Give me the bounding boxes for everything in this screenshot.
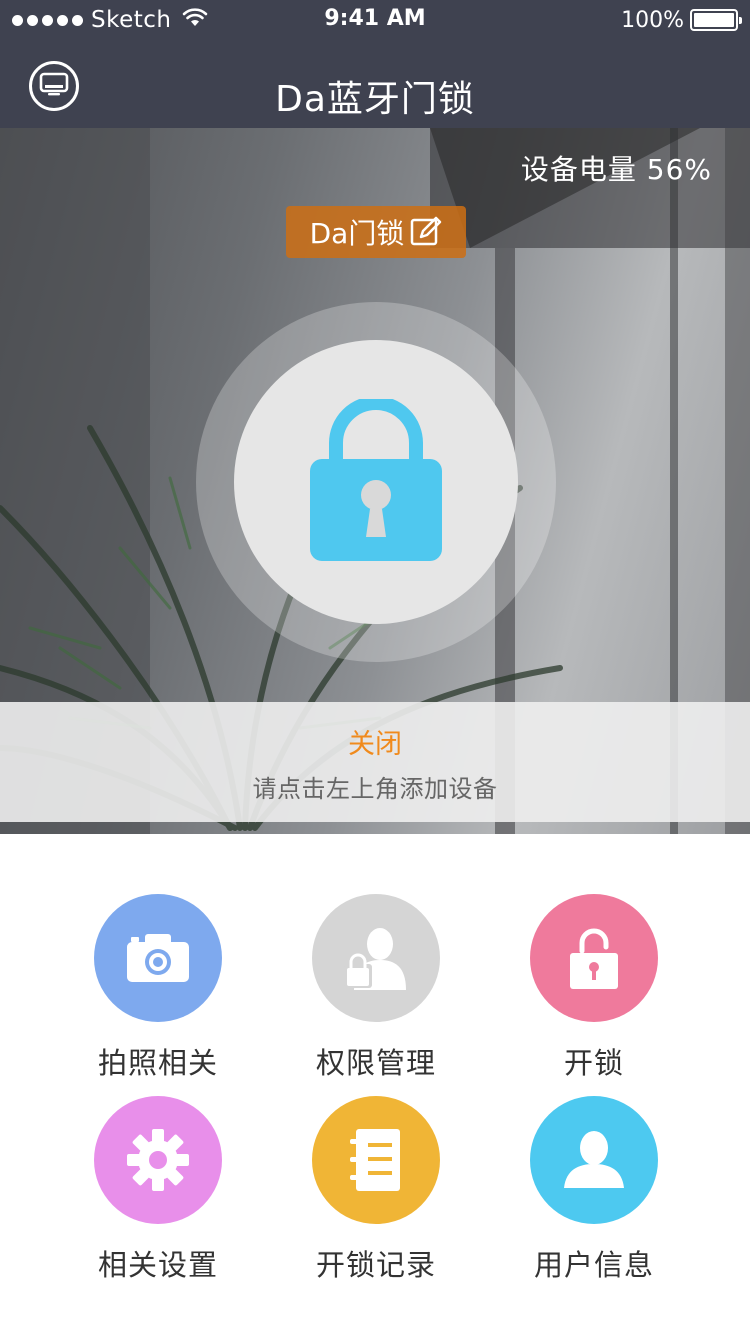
lock-toggle-button[interactable] [234,340,518,624]
fn-settings-label: 相关设置 [97,1248,218,1282]
device-name: Da门锁 [309,217,405,250]
device-battery-label: 设备电量 56% [520,153,712,186]
add-device-hint: 请点击左上角添加设备 [252,775,498,803]
fn-permission[interactable]: 权限管理 [266,894,486,1084]
status-bar: Sketch 9:41 AM 100% [0,0,750,40]
header: Sketch 9:41 AM 100% Da蓝牙门锁 [0,0,750,128]
fn-unlock-records-label: 开锁记录 [315,1248,436,1282]
fn-unlock-label: 开锁 [563,1046,624,1080]
lock-status: 关闭 [348,729,402,760]
battery-percent: 100% [621,7,684,33]
user-lock-icon [312,894,440,1022]
gear-icon [94,1096,222,1224]
page-title: Da蓝牙门锁 [275,79,475,120]
lock-hero: 设备电量 56% Da门锁 关闭 请点击左上角添加设备 [0,128,750,834]
fn-permission-label: 权限管理 [315,1046,436,1080]
device-name-tag[interactable]: Da门锁 [286,206,466,258]
fn-photo[interactable]: 拍照相关 [48,894,268,1084]
battery-icon [690,9,742,31]
fn-user-info[interactable]: 用户信息 [484,1096,704,1286]
unlock-icon [530,894,658,1022]
fn-unlock[interactable]: 开锁 [484,894,704,1084]
fn-unlock-records[interactable]: 开锁记录 [266,1096,486,1286]
edit-icon[interactable] [410,216,442,248]
app-screen: Sketch 9:41 AM 100% Da蓝牙门锁 设备电量 56% Da门锁… [0,0,750,1334]
user-icon [530,1096,658,1224]
lock-status-panel: 关闭 请点击左上角添加设备 [0,702,750,822]
padlock-icon [310,396,442,565]
fn-settings[interactable]: 相关设置 [48,1096,268,1286]
fn-user-info-label: 用户信息 [533,1248,654,1282]
fn-photo-label: 拍照相关 [97,1046,218,1080]
camera-icon [94,894,222,1022]
function-grid: 拍照相关 权限管理 开锁 相关设置 开锁记录 用户信息 [0,834,750,1334]
status-right: 100% [621,6,742,34]
notebook-icon [312,1096,440,1224]
